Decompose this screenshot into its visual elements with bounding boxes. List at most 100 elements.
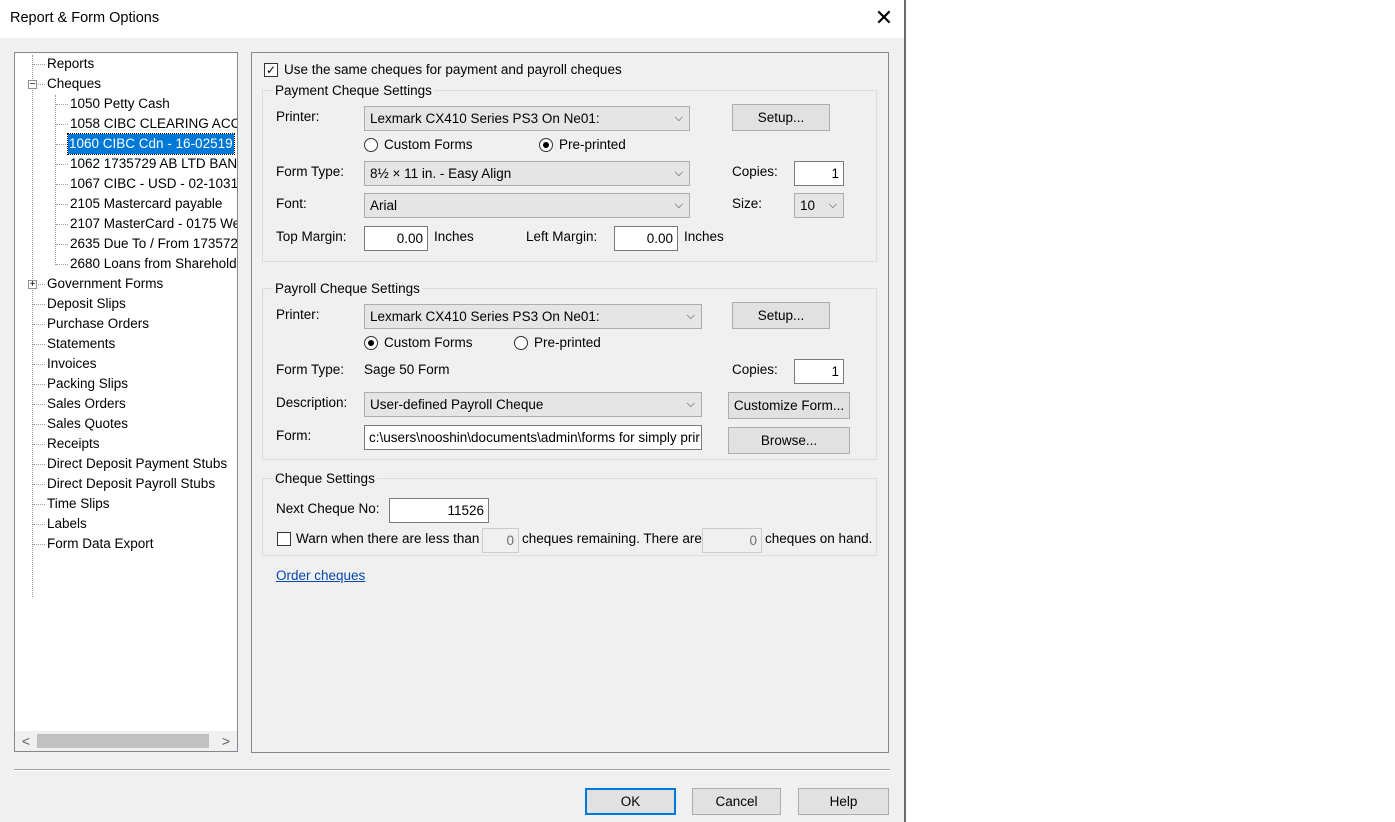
tree-item-account[interactable]: 2107 MasterCard - 0175 We [70, 214, 237, 234]
payroll-description-value: User-defined Payroll Cheque [370, 397, 544, 412]
payroll-form-type-label: Form Type: [276, 362, 345, 377]
payroll-copies-label: Copies: [732, 362, 778, 377]
tree-item-form-data-export[interactable]: Form Data Export [47, 534, 154, 554]
onhand-input: 0 [702, 528, 762, 553]
collapse-icon[interactable]: − [28, 80, 37, 90]
payroll-form-type-value: Sage 50 Form [364, 362, 450, 377]
report-form-options-dialog: Report & Form Options ✕ Reports − Cheque… [0, 0, 904, 822]
payroll-custom-forms-radio[interactable] [364, 336, 378, 350]
payment-copies-input[interactable]: 1 [794, 161, 844, 186]
payroll-printer-value: Lexmark CX410 Series PS3 On Ne01: [370, 309, 600, 324]
tree-item-dd-payment-stubs[interactable]: Direct Deposit Payment Stubs [47, 454, 227, 474]
tree-line [56, 264, 68, 265]
tree-line [33, 464, 45, 465]
payment-left-margin-unit: Inches [684, 229, 724, 244]
tree-line [33, 544, 45, 545]
chevron-down-icon: ⌵ [674, 167, 683, 179]
payment-custom-forms-radio[interactable] [364, 138, 378, 152]
scroll-left-icon[interactable]: < [17, 731, 35, 751]
order-cheques-link[interactable]: Order cheques [276, 568, 365, 583]
options-tree[interactable]: Reports − Cheques 1050 Petty Cash 1058 C… [14, 52, 238, 752]
scroll-thumb[interactable] [37, 734, 209, 748]
footer-separator [14, 769, 890, 771]
tree-line [56, 104, 68, 105]
payroll-description-select[interactable]: User-defined Payroll Cheque ⌵ [364, 392, 702, 417]
tree-item-dd-payroll-stubs[interactable]: Direct Deposit Payroll Stubs [47, 474, 215, 494]
payment-top-margin-input[interactable]: 0.00 [364, 226, 428, 251]
tree-line [33, 504, 45, 505]
tree-item-account-selected[interactable]: 1060 CIBC Cdn - 16-02519 [67, 133, 235, 155]
payroll-preprinted-label: Pre-printed [534, 335, 601, 350]
scroll-right-icon[interactable]: > [217, 731, 235, 751]
browse-button[interactable]: Browse... [728, 427, 850, 454]
tree-item-purchase-orders[interactable]: Purchase Orders [47, 314, 149, 334]
tree-item-account[interactable]: 1050 Petty Cash [70, 94, 170, 114]
cheque-settings-title: Cheque Settings [273, 471, 377, 486]
tree-item-deposit-slips[interactable]: Deposit Slips [47, 294, 126, 314]
payroll-setup-button[interactable]: Setup... [732, 302, 830, 329]
tree-item-government-forms[interactable]: Government Forms [47, 274, 163, 294]
tree-item-account[interactable]: 2105 Mastercard payable [70, 194, 222, 214]
payment-preprinted-radio[interactable] [539, 138, 553, 152]
tree-item-receipts[interactable]: Receipts [47, 434, 100, 454]
tree-line [33, 344, 45, 345]
payment-printer-label: Printer: [276, 109, 320, 124]
customize-form-button[interactable]: Customize Form... [728, 392, 850, 419]
payment-size-select[interactable]: 10 ⌵ [794, 193, 844, 218]
close-icon[interactable]: ✕ [872, 6, 896, 30]
payment-left-margin-label: Left Margin: [526, 229, 598, 244]
tree-item-time-slips[interactable]: Time Slips [47, 494, 110, 514]
payment-top-margin-label: Top Margin: [276, 229, 347, 244]
warn-label: Warn when there are less than [296, 531, 480, 546]
payroll-description-label: Description: [276, 395, 348, 410]
payroll-copies-input[interactable]: 1 [794, 359, 844, 384]
tree-rows: Reports − Cheques 1050 Petty Cash 1058 C… [15, 53, 237, 731]
payment-group-title: Payment Cheque Settings [273, 83, 434, 98]
next-cheque-input[interactable]: 11526 [389, 498, 489, 523]
tree-line [56, 144, 68, 145]
payment-font-value: Arial [370, 198, 398, 213]
payment-form-type-label: Form Type: [276, 164, 345, 179]
tree-item-account[interactable]: 1058 CIBC CLEARING ACC [70, 114, 237, 134]
chevron-down-icon: ⌵ [674, 199, 683, 211]
expand-icon[interactable]: + [28, 280, 37, 290]
tree-item-sales-quotes[interactable]: Sales Quotes [47, 414, 128, 434]
payment-top-margin-unit: Inches [434, 229, 474, 244]
tree-item-account[interactable]: 1062 1735729 AB LTD BAN [70, 154, 237, 174]
payment-left-margin-input[interactable]: 0.00 [614, 226, 678, 251]
tree-horizontal-scrollbar[interactable]: < > [15, 731, 237, 751]
tree-item-account[interactable]: 1067 CIBC - USD - 02-10315 [70, 174, 237, 194]
cheque-options-panel: ✓ Use the same cheques for payment and p… [251, 52, 889, 753]
same-cheques-checkbox[interactable]: ✓ [264, 63, 278, 77]
payment-printer-select[interactable]: Lexmark CX410 Series PS3 On Ne01: ⌵ [364, 106, 690, 131]
payroll-preprinted-radio[interactable] [514, 336, 528, 350]
ok-button[interactable]: OK [585, 788, 676, 815]
payroll-form-label: Form: [276, 428, 312, 443]
tree-item-account[interactable]: 2680 Loans from Shareholde [70, 254, 237, 274]
tree-line [56, 184, 68, 185]
tree-item-labels[interactable]: Labels [47, 514, 87, 534]
cancel-button[interactable]: Cancel [692, 788, 781, 815]
payment-form-type-select[interactable]: 8½ × 11 in. - Easy Align ⌵ [364, 161, 690, 186]
warn-checkbox[interactable] [277, 532, 291, 546]
chevron-down-icon: ⌵ [828, 199, 837, 211]
tree-line [38, 84, 45, 85]
tree-item-cheques[interactable]: Cheques [47, 74, 101, 94]
tree-item-reports[interactable]: Reports [47, 54, 94, 74]
tree-item-account[interactable]: 2635 Due To / From 173572 [70, 234, 237, 254]
tree-item-sales-orders[interactable]: Sales Orders [47, 394, 126, 414]
help-button[interactable]: Help [798, 788, 889, 815]
payroll-printer-select[interactable]: Lexmark CX410 Series PS3 On Ne01: ⌵ [364, 304, 702, 329]
tree-line [32, 55, 33, 597]
payroll-printer-label: Printer: [276, 307, 320, 322]
remaining-label: cheques remaining. There are [522, 531, 702, 546]
payroll-form-path-input[interactable]: c:\users\nooshin\documents\admin\forms f… [364, 425, 702, 450]
tree-item-packing-slips[interactable]: Packing Slips [47, 374, 128, 394]
dialog-border [904, 0, 906, 822]
payment-setup-button[interactable]: Setup... [732, 104, 830, 131]
tree-line [33, 404, 45, 405]
payment-font-select[interactable]: Arial ⌵ [364, 193, 690, 218]
tree-item-invoices[interactable]: Invoices [47, 354, 97, 374]
warn-threshold-input[interactable]: 0 [482, 528, 519, 553]
tree-item-statements[interactable]: Statements [47, 334, 115, 354]
